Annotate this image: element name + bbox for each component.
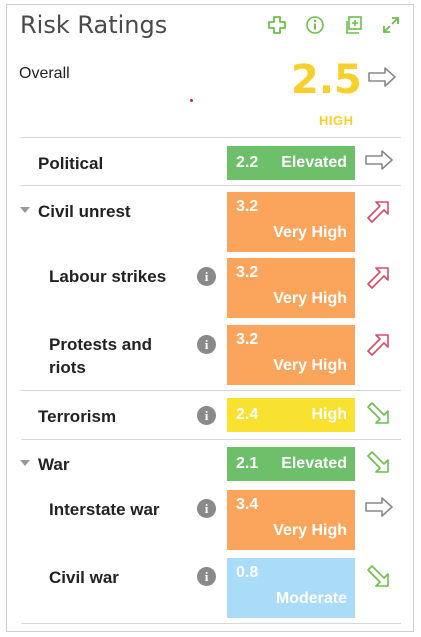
info-icon[interactable] xyxy=(303,13,327,37)
decorative-dot xyxy=(190,99,193,102)
trend-stable-icon[interactable] xyxy=(364,495,394,525)
overall-label: Overall xyxy=(19,65,70,82)
rating-badge-interstate-war: 3.4 Very High xyxy=(227,490,355,550)
info-icon[interactable]: i xyxy=(197,499,216,518)
badge-level: Elevated xyxy=(281,154,347,171)
trend-stable-icon[interactable] xyxy=(364,148,394,178)
panel-title: Risk Ratings xyxy=(20,11,168,39)
rating-badge-political: 2.2 Elevated xyxy=(227,146,355,180)
info-icon[interactable]: i xyxy=(197,406,216,425)
badge-level: Very High xyxy=(273,224,347,241)
badge-score: 3.2 xyxy=(236,198,259,215)
rating-badge-civil-war: 0.8 Moderate xyxy=(227,558,355,618)
divider xyxy=(21,185,401,186)
toolbar xyxy=(265,13,403,37)
rating-badge-terrorism: 2.4 High xyxy=(227,398,355,432)
rating-badge-war: 2.1 Elevated xyxy=(227,447,355,481)
divider xyxy=(21,439,401,440)
trend-up-icon[interactable] xyxy=(364,330,394,360)
row-label-labour-strikes: Labour strikes xyxy=(49,267,167,286)
badge-score: 2.1 xyxy=(236,455,259,472)
row-label-civil-unrest[interactable]: Civil unrest xyxy=(38,200,131,223)
trend-down-icon[interactable] xyxy=(364,400,394,430)
trend-up-icon[interactable] xyxy=(364,197,394,227)
badge-level: Very High xyxy=(273,290,347,307)
badge-score: 3.2 xyxy=(236,331,259,348)
overall-level: HIGH xyxy=(319,113,354,128)
collapse-caret-icon[interactable] xyxy=(20,460,30,466)
collapse-caret-icon[interactable] xyxy=(20,207,30,213)
add-window-icon[interactable] xyxy=(341,13,365,37)
badge-level: Very High xyxy=(273,522,347,539)
trend-down-icon[interactable] xyxy=(364,449,394,479)
info-icon[interactable]: i xyxy=(197,567,216,586)
divider xyxy=(21,623,401,624)
row-label-war[interactable]: War xyxy=(38,453,70,476)
trend-down-icon[interactable] xyxy=(364,563,394,593)
badge-score: 3.4 xyxy=(236,496,259,513)
badge-score: 0.8 xyxy=(236,564,259,581)
trend-up-icon[interactable] xyxy=(364,263,394,293)
row-label-civil-war: Civil war xyxy=(49,568,119,587)
info-icon[interactable]: i xyxy=(197,267,216,286)
divider xyxy=(21,137,401,138)
badge-score: 2.2 xyxy=(236,154,259,171)
badge-level: Elevated xyxy=(281,455,347,472)
badge-score: 2.4 xyxy=(236,406,259,423)
divider xyxy=(21,390,401,391)
badge-level: Very High xyxy=(273,357,347,374)
overall-score: 2.5 xyxy=(291,57,362,103)
row-label-political: Political xyxy=(38,154,104,173)
badge-level: Moderate xyxy=(275,590,347,607)
row-label-interstate-war: Interstate war xyxy=(49,500,160,519)
risk-ratings-panel: Risk Ratings Overall 2.5 HIGH Political … xyxy=(6,4,414,632)
info-icon[interactable]: i xyxy=(197,335,216,354)
plus-icon[interactable] xyxy=(265,13,289,37)
expand-icon[interactable] xyxy=(379,13,403,37)
badge-score: 3.2 xyxy=(236,264,259,281)
rating-badge-labour-strikes: 3.2 Very High xyxy=(227,258,355,318)
overall-trend-stable-icon[interactable] xyxy=(367,65,397,94)
row-label-terrorism: Terrorism xyxy=(38,407,117,426)
rating-badge-civil-unrest: 3.2 Very High xyxy=(227,192,355,252)
rating-badge-protests-and-riots: 3.2 Very High xyxy=(227,325,355,385)
badge-level: High xyxy=(311,406,347,423)
row-label-protests-and-riots: Protests and riots xyxy=(49,335,152,377)
